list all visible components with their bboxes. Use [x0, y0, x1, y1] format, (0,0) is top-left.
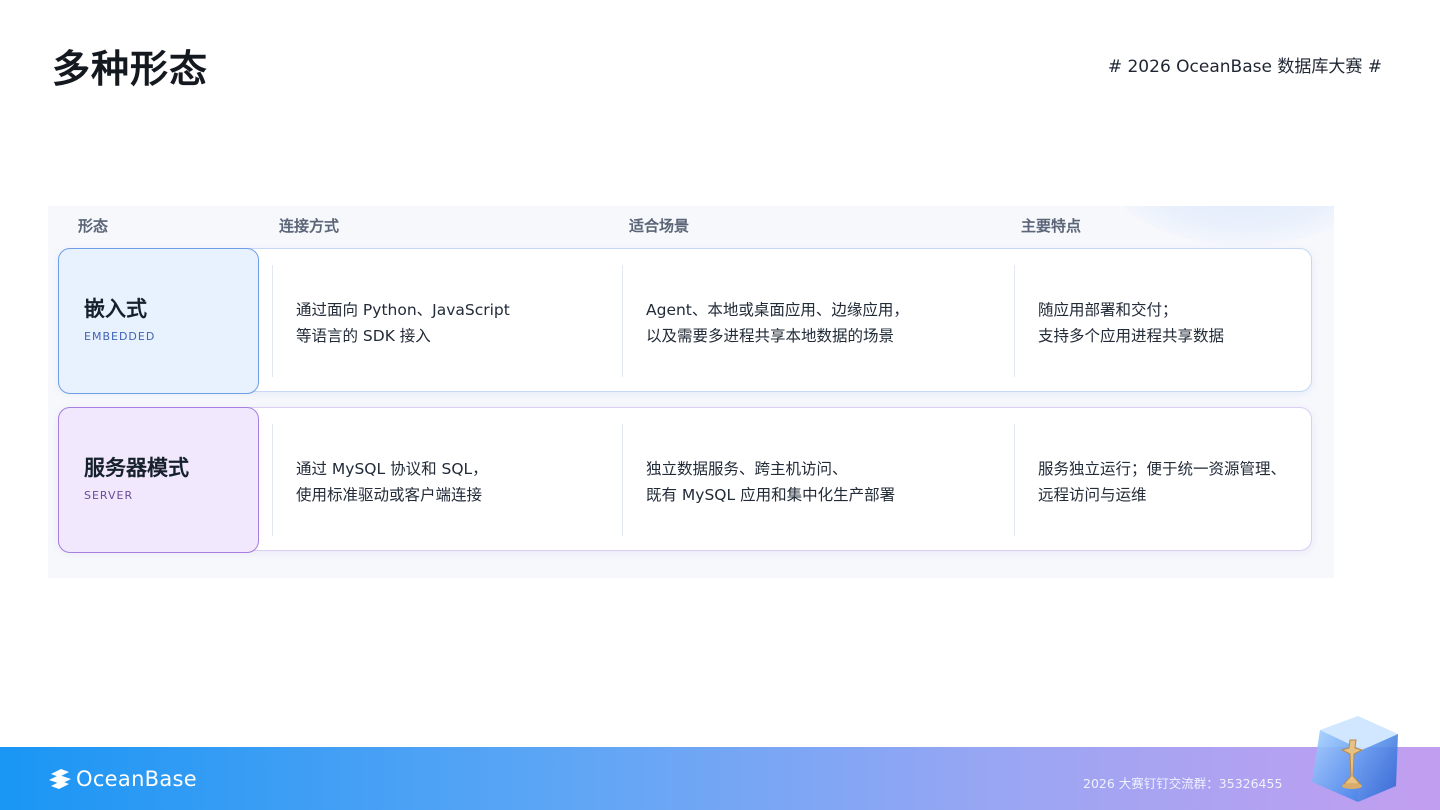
- form-cell-server: 服务器模式 SERVER: [58, 407, 259, 553]
- header-form: 形态: [78, 217, 109, 235]
- brand-logo: OceanBase: [48, 767, 197, 791]
- column-divider: [622, 265, 623, 377]
- features-cell: 随应用部署和交付； 支持多个应用进程共享数据: [1038, 297, 1224, 349]
- connection-cell: 通过面向 Python、JavaScript 等语言的 SDK 接入: [296, 297, 510, 349]
- scenario-line: 独立数据服务、跨主机访问、: [646, 460, 848, 478]
- form-name: 服务器模式: [84, 456, 189, 480]
- features-line: 远程访问与运维: [1038, 486, 1147, 504]
- form-english-name: EMBEDDED: [84, 330, 156, 343]
- form-name: 嵌入式: [84, 297, 147, 321]
- decorative-glow: [1094, 206, 1334, 246]
- header-scenario: 适合场景: [629, 217, 690, 235]
- connection-line: 通过 MySQL 协议和 SQL，: [296, 460, 488, 478]
- form-cell-embedded: 嵌入式 EMBEDDED: [58, 248, 259, 394]
- scenario-line: 以及需要多进程共享本地数据的场景: [646, 327, 895, 345]
- brand-name: OceanBase: [76, 767, 198, 791]
- table-row-embedded: 嵌入式 EMBEDDED 通过面向 Python、JavaScript 等语言的…: [58, 248, 1312, 394]
- column-divider: [622, 424, 623, 536]
- features-cell: 服务独立运行；便于统一资源管理、 远程访问与运维: [1038, 456, 1286, 508]
- comparison-table: 形态 连接方式 适合场景 主要特点 嵌入式 EMBEDDED 通过面向 Pyth…: [48, 206, 1334, 578]
- form-english-name: SERVER: [84, 489, 134, 502]
- connection-line: 通过面向 Python、JavaScript: [296, 301, 510, 319]
- table-row-server: 服务器模式 SERVER 通过 MySQL 协议和 SQL， 使用标准驱动或客户…: [58, 407, 1312, 553]
- features-line: 服务独立运行；便于统一资源管理、: [1038, 460, 1287, 478]
- connection-cell: 通过 MySQL 协议和 SQL， 使用标准驱动或客户端连接: [296, 456, 488, 508]
- column-divider: [1014, 265, 1015, 377]
- column-divider: [1014, 424, 1015, 536]
- header-connection: 连接方式: [279, 217, 340, 235]
- page-title: 多种形态: [52, 47, 209, 91]
- scenario-cell: Agent、本地或桌面应用、边缘应用， 以及需要多进程共享本地数据的场景: [646, 297, 909, 349]
- features-line: 支持多个应用进程共享数据: [1038, 327, 1225, 345]
- event-tag: # 2026 OceanBase 数据库大赛 #: [1107, 57, 1382, 77]
- oceanbase-logo-icon: [49, 769, 71, 789]
- connection-line: 使用标准驱动或客户端连接: [296, 486, 483, 504]
- header-features: 主要特点: [1021, 217, 1082, 235]
- trophy-cube-icon: [1312, 716, 1398, 802]
- group-info: 2026 大赛钉钉交流群：35326455: [1083, 776, 1283, 791]
- scenario-cell: 独立数据服务、跨主机访问、 既有 MySQL 应用和集中化生产部署: [646, 456, 895, 508]
- column-divider: [272, 265, 273, 377]
- scenario-line: 既有 MySQL 应用和集中化生产部署: [646, 486, 896, 504]
- footer-bar: OceanBase 2026 大赛钉钉交流群：35326455: [0, 747, 1440, 810]
- connection-line: 等语言的 SDK 接入: [296, 327, 431, 345]
- column-divider: [272, 424, 273, 536]
- features-line: 随应用部署和交付；: [1038, 301, 1178, 319]
- scenario-line: Agent、本地或桌面应用、边缘应用，: [646, 301, 909, 319]
